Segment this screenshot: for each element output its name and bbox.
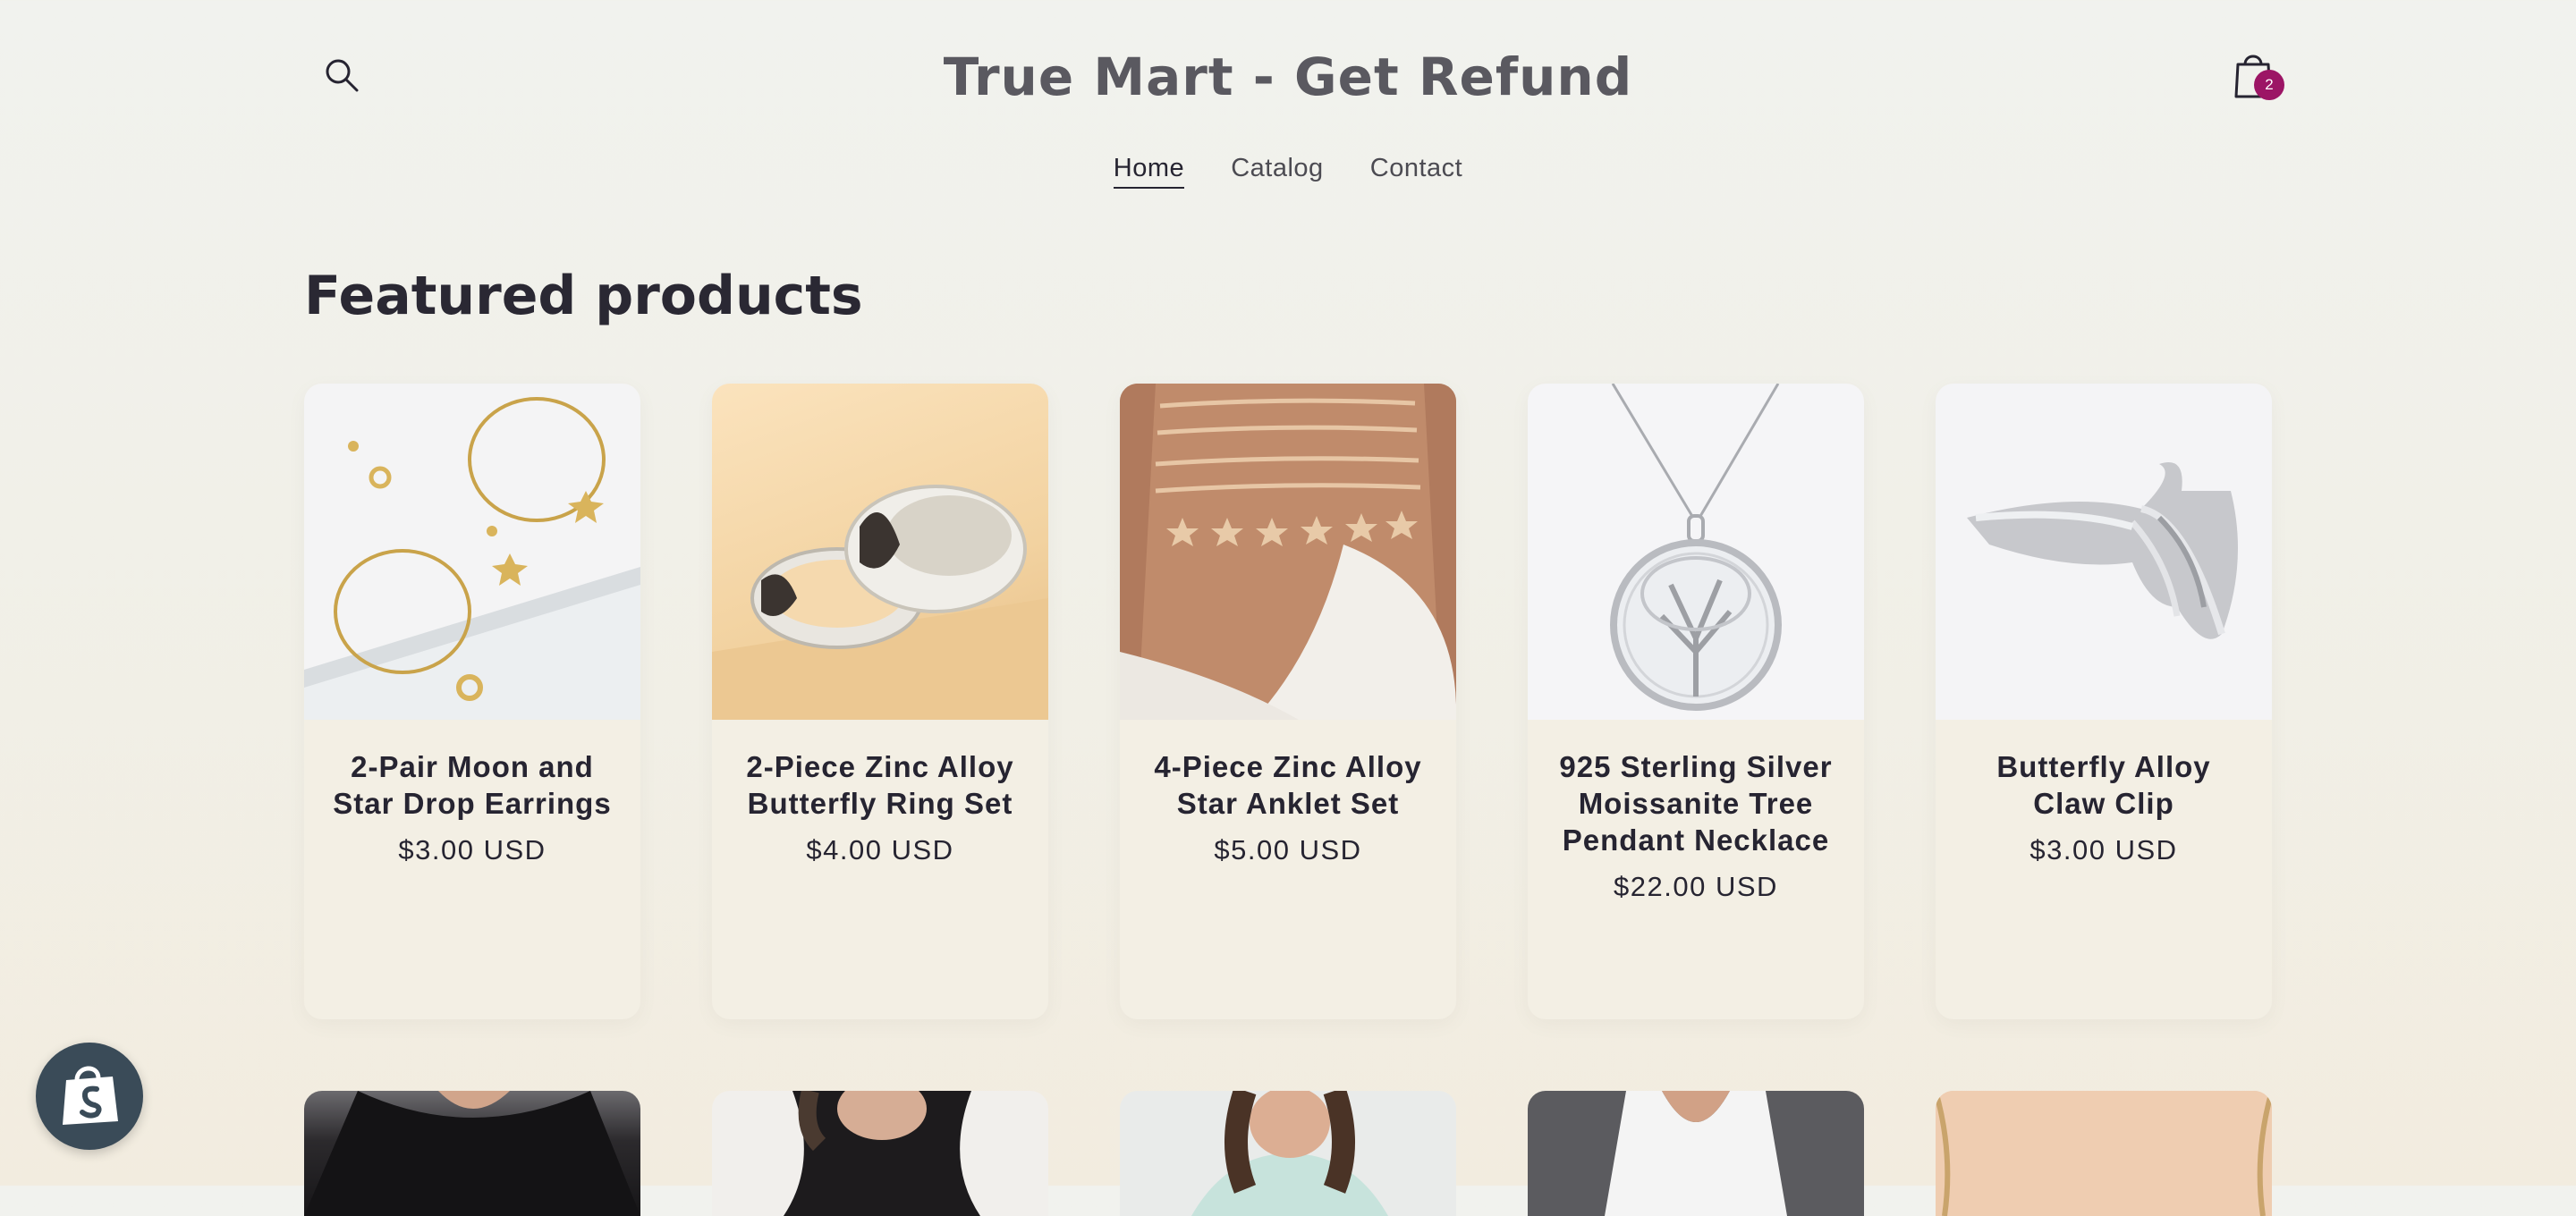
nav-link-catalog[interactable]: Catalog (1231, 154, 1323, 187)
product-price: $3.00 USD (2029, 834, 2178, 866)
product-info: 925 Sterling Silver Moissanite Tree Pend… (1528, 720, 1864, 903)
product-title[interactable]: 4-Piece Zinc Alloy Star Anklet Set (1147, 720, 1429, 822)
main-nav: Home Catalog Contact (0, 154, 2576, 189)
section-title: Featured products (304, 265, 863, 327)
product-image (304, 1091, 640, 1216)
product-image (1936, 384, 2272, 720)
product-info: 2-Piece Zinc Alloy Butterfly Ring Set $4… (712, 720, 1048, 866)
product-card-partial[interactable] (1528, 1091, 1864, 1216)
shopify-chat-button[interactable] (36, 1043, 143, 1150)
product-info: Butterfly Alloy Claw Clip $3.00 USD (1936, 720, 2272, 866)
product-card-partial[interactable] (1936, 1091, 2272, 1216)
product-card[interactable]: 2-Pair Moon and Star Drop Earrings $3.00… (304, 384, 640, 1019)
product-card-partial[interactable] (304, 1091, 640, 1216)
product-info: 2-Pair Moon and Star Drop Earrings $3.00… (304, 720, 640, 866)
product-price: $22.00 USD (1614, 871, 1778, 902)
nav-link-home[interactable]: Home (1113, 154, 1185, 189)
product-image (304, 384, 640, 720)
product-image (1605, 1091, 1787, 1216)
site-title[interactable]: True Mart - Get Refund (0, 41, 2576, 113)
product-price: $4.00 USD (806, 834, 954, 866)
product-card[interactable]: 4-Piece Zinc Alloy Star Anklet Set $5.00… (1120, 384, 1456, 1019)
product-card[interactable]: 925 Sterling Silver Moissanite Tree Pend… (1528, 384, 1864, 1019)
product-price: $5.00 USD (1214, 834, 1362, 866)
product-image (784, 1091, 980, 1216)
product-card-partial[interactable] (1120, 1091, 1456, 1216)
product-title[interactable]: 925 Sterling Silver Moissanite Tree Pend… (1555, 720, 1837, 858)
product-price: $3.00 USD (398, 834, 547, 866)
product-image (1528, 384, 1864, 720)
product-card[interactable]: Butterfly Alloy Claw Clip $3.00 USD (1936, 384, 2272, 1019)
product-image (1120, 384, 1456, 720)
product-title[interactable]: 2-Piece Zinc Alloy Butterfly Ring Set (739, 720, 1021, 822)
product-image (712, 384, 1048, 720)
site-header: True Mart - Get Refund 2 Home Catalog Co… (0, 0, 2576, 215)
nav-link-contact[interactable]: Contact (1370, 154, 1462, 187)
product-image (1936, 1091, 2272, 1216)
product-card-partial[interactable] (712, 1091, 1048, 1216)
product-image (1191, 1091, 1388, 1216)
product-title[interactable]: Butterfly Alloy Claw Clip (1962, 720, 2245, 822)
product-info: 4-Piece Zinc Alloy Star Anklet Set $5.00… (1120, 720, 1456, 866)
shopify-bag-icon (63, 1066, 118, 1125)
product-title[interactable]: 2-Pair Moon and Star Drop Earrings (331, 720, 614, 822)
product-card[interactable]: 2-Piece Zinc Alloy Butterfly Ring Set $4… (712, 384, 1048, 1019)
cart-count-badge: 2 (2254, 70, 2284, 100)
